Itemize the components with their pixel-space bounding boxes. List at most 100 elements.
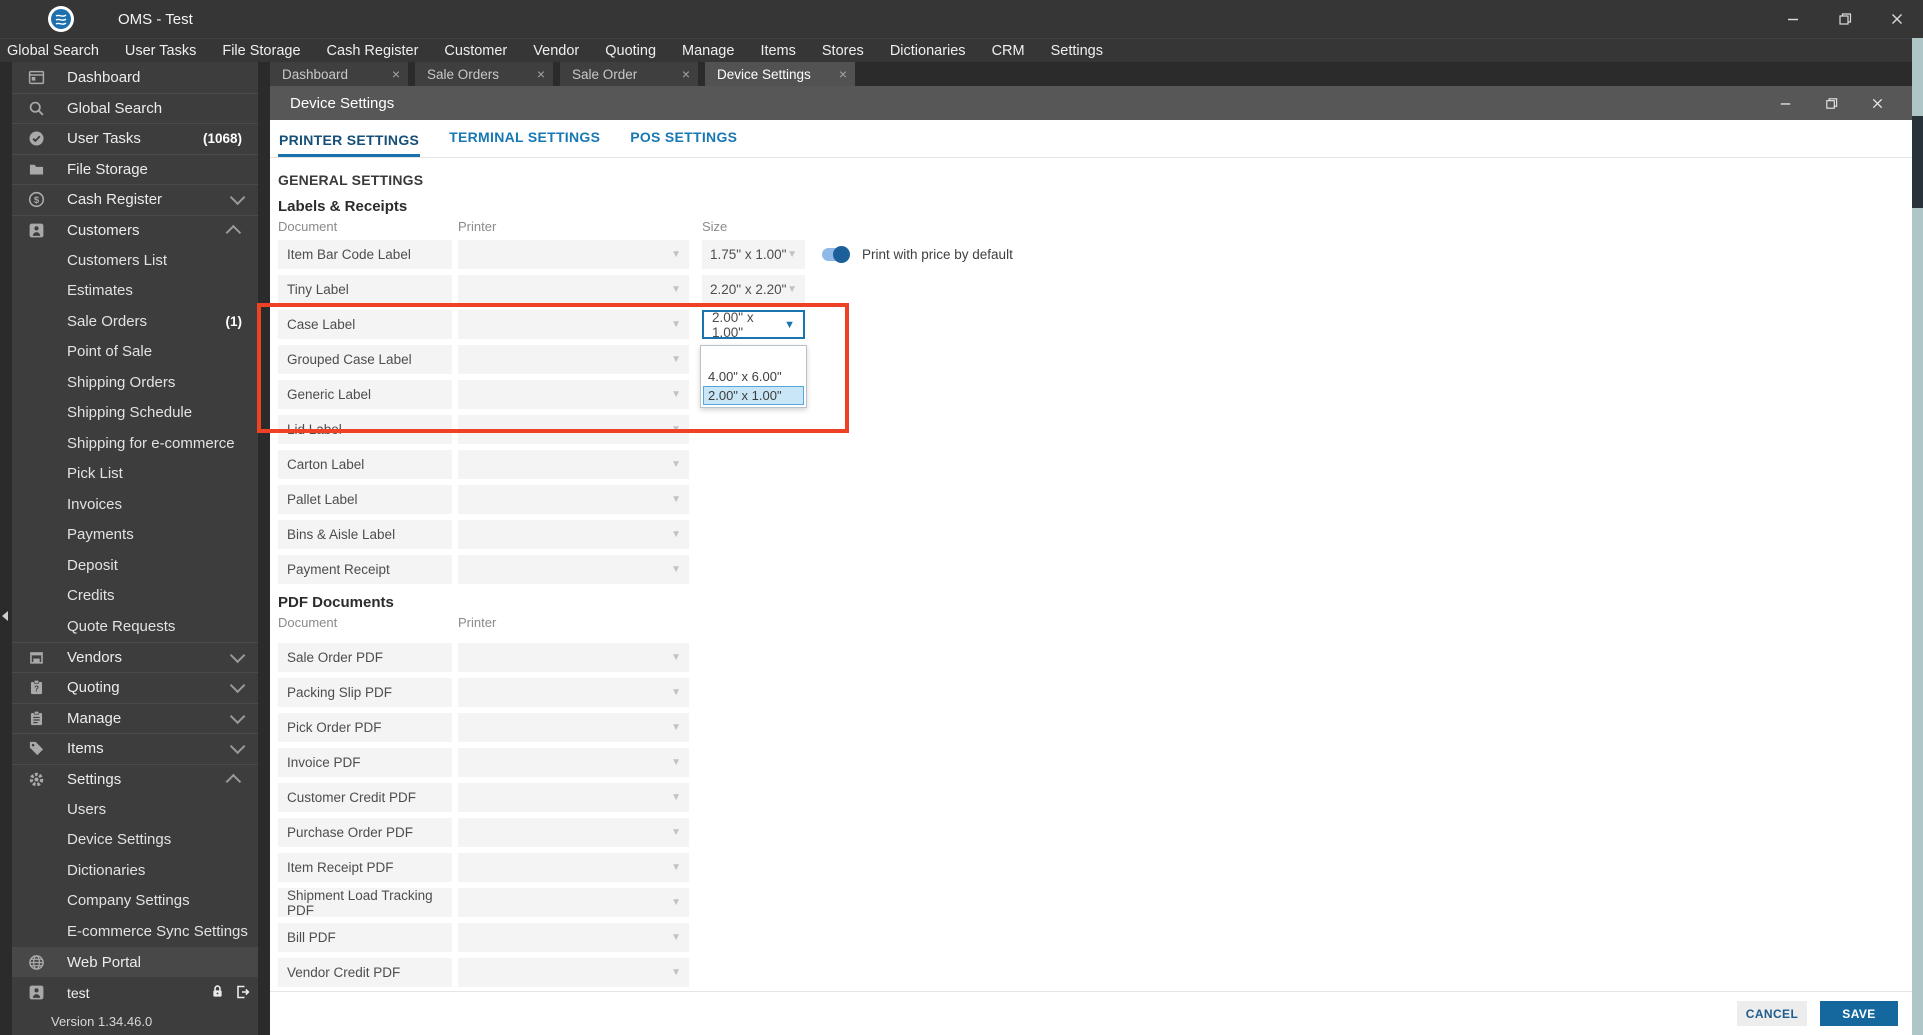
- tab-pos-settings[interactable]: POS SETTINGS: [629, 129, 738, 157]
- printer-dropdown[interactable]: ▼: [458, 275, 689, 304]
- menu-item-dictionaries[interactable]: Dictionaries: [877, 43, 979, 59]
- sidebar-item-dictionaries[interactable]: Dictionaries: [12, 855, 258, 886]
- chevron-down-icon[interactable]: [229, 708, 246, 724]
- sidebar-item-device-settings[interactable]: Device Settings: [12, 825, 258, 856]
- menu-item-quoting[interactable]: Quoting: [592, 43, 669, 59]
- tab-sale-orders[interactable]: Sale Orders ×: [415, 62, 553, 86]
- printer-dropdown[interactable]: ▼: [458, 713, 689, 742]
- printer-dropdown[interactable]: ▼: [458, 888, 689, 917]
- sidebar-item-customers[interactable]: Customers: [12, 214, 258, 246]
- sidebar-item-user-tasks[interactable]: User Tasks (1068): [12, 123, 258, 154]
- save-button[interactable]: SAVE: [1820, 1001, 1898, 1026]
- chevron-down-icon[interactable]: [229, 677, 246, 694]
- scrollbar-thumb[interactable]: [1912, 116, 1923, 208]
- tab-sale-order[interactable]: Sale Order ×: [560, 62, 698, 86]
- menu-item-crm[interactable]: CRM: [979, 43, 1038, 59]
- restore-icon[interactable]: [1819, 0, 1871, 38]
- print-price-toggle[interactable]: [822, 246, 850, 263]
- sidebar-item-payments[interactable]: Payments: [12, 520, 258, 551]
- size-option-blank[interactable]: [703, 348, 804, 367]
- sidebar-item-file-storage[interactable]: File Storage: [12, 153, 258, 185]
- sidebar-item-point-of-sale[interactable]: Point of Sale: [12, 337, 258, 368]
- menu-item-manage[interactable]: Manage: [669, 43, 747, 59]
- sidebar-item-shipping-orders[interactable]: Shipping Orders: [12, 367, 258, 398]
- tab-close-icon[interactable]: ×: [839, 67, 847, 81]
- printer-dropdown[interactable]: ▼: [458, 450, 689, 479]
- menu-item-vendor[interactable]: Vendor: [520, 43, 592, 59]
- tab-terminal-settings[interactable]: TERMINAL SETTINGS: [448, 129, 601, 157]
- sidebar-item-settings[interactable]: Settings: [12, 763, 258, 795]
- printer-dropdown[interactable]: ▼: [458, 818, 689, 847]
- sidebar-item-deposit[interactable]: Deposit: [12, 550, 258, 581]
- sidebar-item-shipping-for-e-commerce[interactable]: Shipping for e-commerce: [12, 428, 258, 459]
- tab-dashboard[interactable]: Dashboard ×: [270, 62, 408, 86]
- panel-restore-icon[interactable]: [1808, 86, 1854, 120]
- close-icon[interactable]: [1871, 0, 1923, 38]
- printer-dropdown[interactable]: ▼: [458, 240, 689, 269]
- printer-dropdown[interactable]: ▼: [458, 380, 689, 409]
- tab-printer-settings[interactable]: PRINTER SETTINGS: [278, 132, 421, 157]
- sidebar-item-pick-list[interactable]: Pick List: [12, 459, 258, 490]
- menu-item-cash-register[interactable]: Cash Register: [314, 43, 432, 59]
- printer-dropdown[interactable]: ▼: [458, 415, 689, 444]
- sidebar-item-e-commerce-sync-settings[interactable]: E-commerce Sync Settings: [12, 916, 258, 947]
- printer-dropdown[interactable]: ▼: [458, 643, 689, 672]
- size-dropdown[interactable]: 1.75" x 1.00" ▼: [702, 240, 805, 269]
- vertical-scrollbar[interactable]: [1912, 38, 1923, 1035]
- size-option-2-00-x-1-00[interactable]: 2.00" x 1.00": [703, 386, 804, 405]
- chevron-down-icon[interactable]: [229, 189, 246, 206]
- sidebar-item-sale-orders[interactable]: Sale Orders (1): [12, 306, 258, 337]
- printer-dropdown[interactable]: ▼: [458, 485, 689, 514]
- sidebar-item-dashboard[interactable]: Dashboard: [12, 62, 258, 93]
- collapse-sidebar-arrow-icon[interactable]: [2, 611, 8, 621]
- sidebar-item-vendors[interactable]: Vendors: [12, 641, 258, 673]
- sidebar-item-shipping-schedule[interactable]: Shipping Schedule: [12, 398, 258, 429]
- menu-item-file-storage[interactable]: File Storage: [209, 43, 313, 59]
- tab-device-settings[interactable]: Device Settings ×: [705, 62, 855, 86]
- chevron-down-icon[interactable]: [229, 647, 246, 663]
- menu-item-stores[interactable]: Stores: [809, 43, 877, 59]
- menu-item-settings[interactable]: Settings: [1038, 43, 1116, 59]
- sidebar-item-items[interactable]: Items: [12, 733, 258, 764]
- size-dropdown-open[interactable]: 2.00" x 1.00" ▼: [702, 310, 805, 340]
- printer-dropdown[interactable]: ▼: [458, 345, 689, 374]
- size-option-4-00-x-6-00[interactable]: 4.00" x 6.00": [703, 367, 804, 386]
- chevron-up-icon[interactable]: [225, 224, 242, 241]
- sidebar-item-company-settings[interactable]: Company Settings: [12, 886, 258, 917]
- sidebar-item-quoting[interactable]: ? Quoting: [12, 672, 258, 703]
- sidebar-item-customers-list[interactable]: Customers List: [12, 245, 258, 276]
- panel-minimize-icon[interactable]: [1762, 86, 1808, 120]
- printer-dropdown[interactable]: ▼: [458, 310, 689, 339]
- printer-dropdown[interactable]: ▼: [458, 923, 689, 952]
- chevron-down-icon[interactable]: [229, 738, 246, 755]
- printer-dropdown[interactable]: ▼: [458, 853, 689, 882]
- sidebar-item-quote-requests[interactable]: Quote Requests: [12, 611, 258, 642]
- size-dropdown[interactable]: 2.20" x 2.20" ▼: [702, 275, 805, 304]
- minimize-icon[interactable]: [1767, 0, 1819, 38]
- chevron-up-icon[interactable]: [225, 773, 242, 790]
- sidebar-item-global-search[interactable]: Global Search: [12, 92, 258, 124]
- sidebar-item-estimates[interactable]: Estimates: [12, 276, 258, 307]
- printer-dropdown[interactable]: ▼: [458, 748, 689, 777]
- cancel-button[interactable]: CANCEL: [1737, 1001, 1807, 1026]
- sidebar-item-invoices[interactable]: Invoices: [12, 489, 258, 520]
- panel-close-icon[interactable]: [1854, 86, 1900, 120]
- menu-item-global-search[interactable]: Global Search: [0, 43, 112, 59]
- printer-dropdown[interactable]: ▼: [458, 783, 689, 812]
- tab-close-icon[interactable]: ×: [537, 67, 545, 81]
- menu-item-user-tasks[interactable]: User Tasks: [112, 43, 209, 59]
- sidebar-item-manage[interactable]: Manage: [12, 702, 258, 734]
- printer-dropdown[interactable]: ▼: [458, 958, 689, 987]
- tab-close-icon[interactable]: ×: [682, 67, 690, 81]
- menu-item-customer[interactable]: Customer: [431, 43, 520, 59]
- sidebar-item-web-portal[interactable]: Web Portal: [12, 946, 258, 977]
- sidebar-item-cash-register[interactable]: $ Cash Register: [12, 184, 258, 215]
- logout-icon[interactable]: [234, 984, 250, 1005]
- menu-item-items[interactable]: Items: [747, 43, 808, 59]
- tab-close-icon[interactable]: ×: [392, 67, 400, 81]
- printer-dropdown[interactable]: ▼: [458, 520, 689, 549]
- sidebar-item-users[interactable]: Users: [12, 794, 258, 825]
- printer-dropdown[interactable]: ▼: [458, 555, 689, 584]
- lock-icon[interactable]: [210, 984, 225, 1005]
- printer-dropdown[interactable]: ▼: [458, 678, 689, 707]
